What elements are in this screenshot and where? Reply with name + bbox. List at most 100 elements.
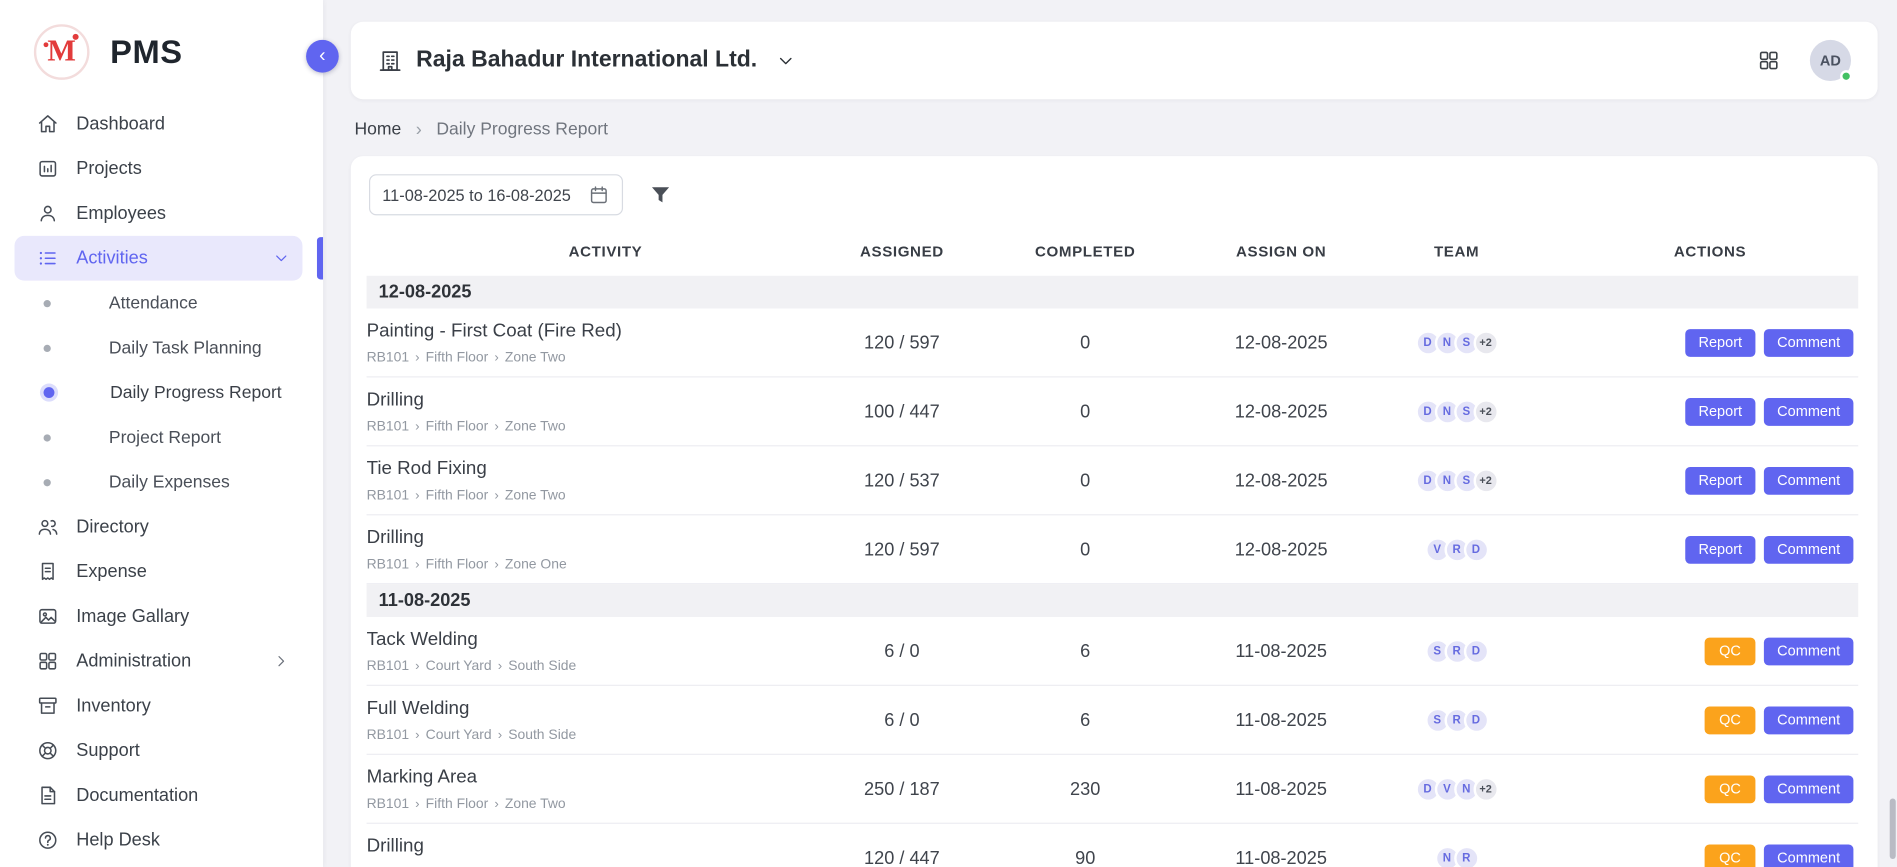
activity-location-path: RB101›Fifth Floor›Zone Two bbox=[367, 419, 833, 434]
chevron-right-icon: › bbox=[415, 659, 419, 674]
sidebar-item-image-gallary[interactable]: Image Gallary bbox=[15, 594, 303, 639]
chevron-right-icon: › bbox=[416, 119, 422, 140]
qc-button[interactable]: QC bbox=[1705, 706, 1756, 734]
group-date: 11-08-2025 bbox=[379, 590, 471, 611]
table-row: Tie Rod Fixing RB101›Fifth Floor›Zone Tw… bbox=[367, 446, 1859, 515]
chevron-right-icon: › bbox=[494, 350, 498, 365]
location-path-item: Court Yard bbox=[426, 659, 492, 674]
sidebar-subitem-project-report[interactable]: Project Report bbox=[15, 415, 303, 460]
team-extra-badge[interactable]: +2 bbox=[1473, 330, 1498, 355]
expense-icon bbox=[36, 560, 59, 583]
location-path-item: South Side bbox=[508, 659, 576, 674]
inventory-icon bbox=[36, 694, 59, 717]
team-avatars: DNS+2 bbox=[1351, 330, 1562, 355]
table-row: Painting - First Coat (Fire Red) RB101›F… bbox=[367, 308, 1859, 377]
sidebar-subitem-daily-progress-report[interactable]: Daily Progress Report bbox=[15, 370, 303, 415]
help-icon bbox=[36, 829, 59, 852]
team-extra-badge[interactable]: +2 bbox=[1473, 776, 1498, 801]
table-body: 12-08-2025 Painting - First Coat (Fire R… bbox=[367, 276, 1862, 867]
sidebar-subitem-daily-expenses[interactable]: Daily Expenses bbox=[15, 460, 303, 505]
activity-title: Tack Welding bbox=[367, 628, 833, 650]
sidebar-item-label: Image Gallary bbox=[76, 606, 290, 627]
sidebar-item-directory[interactable]: Directory bbox=[15, 504, 303, 549]
home-icon bbox=[36, 113, 59, 136]
location-path-item: RB101 bbox=[367, 728, 410, 743]
team-avatars: VRD bbox=[1351, 537, 1562, 562]
sidebar-item-documentation[interactable]: Documentation bbox=[15, 773, 303, 818]
report-button[interactable]: Report bbox=[1685, 328, 1755, 356]
app-root: M PMS DashboardProjectsEmployeesActiviti… bbox=[0, 0, 1897, 867]
sidebar-collapse-button[interactable]: ‹ bbox=[306, 40, 339, 73]
sidebar-item-dashboard[interactable]: Dashboard bbox=[15, 102, 303, 147]
table-row: Drilling RB101›Fifth Floor›Zone Two 120 … bbox=[367, 824, 1859, 867]
sidebar-item-support[interactable]: Support bbox=[15, 728, 303, 773]
column-header-assigned: ASSIGNED bbox=[844, 243, 959, 260]
activity-title: Tie Rod Fixing bbox=[367, 458, 833, 480]
chevron-right-icon: › bbox=[494, 797, 498, 812]
qc-button[interactable]: QC bbox=[1705, 844, 1756, 867]
support-icon bbox=[36, 739, 59, 762]
location-path-item: South Side bbox=[508, 728, 576, 743]
comment-button[interactable]: Comment bbox=[1764, 397, 1854, 425]
logo-m-icon: M bbox=[34, 24, 90, 80]
activity-location-path: RB101›Fifth Floor›Zone Two bbox=[367, 797, 833, 812]
sidebar-item-label: Expense bbox=[76, 561, 290, 582]
sidebar-item-label: Help Desk bbox=[76, 830, 290, 851]
user-avatar[interactable]: AD bbox=[1810, 40, 1851, 81]
comment-button[interactable]: Comment bbox=[1764, 466, 1854, 494]
sidebar-item-activities[interactable]: Activities bbox=[15, 236, 303, 281]
qc-button[interactable]: QC bbox=[1705, 637, 1756, 665]
location-path-item: Zone One bbox=[505, 557, 567, 572]
row-actions: QC Comment bbox=[1562, 706, 1858, 734]
activity-title: Full Welding bbox=[367, 697, 833, 719]
sidebar-subitem-attendance[interactable]: Attendance bbox=[15, 281, 303, 326]
report-button[interactable]: Report bbox=[1685, 466, 1755, 494]
filter-icon[interactable] bbox=[648, 183, 672, 207]
app-logo[interactable]: M PMS bbox=[0, 0, 323, 97]
report-button[interactable]: Report bbox=[1685, 397, 1755, 425]
image-icon bbox=[36, 605, 59, 628]
chevron-right-icon: › bbox=[415, 557, 419, 572]
date-range-picker[interactable] bbox=[369, 174, 623, 215]
sidebar-item-expense[interactable]: Expense bbox=[15, 549, 303, 594]
column-header-team: TEAM bbox=[1351, 243, 1562, 260]
location-path-item: Fifth Floor bbox=[426, 419, 489, 434]
comment-button[interactable]: Comment bbox=[1764, 637, 1854, 665]
sidebar-item-employees[interactable]: Employees bbox=[15, 191, 303, 236]
comment-button[interactable]: Comment bbox=[1764, 535, 1854, 563]
activity-location-path: RB101›Fifth Floor›Zone Two bbox=[367, 488, 833, 503]
location-path-item: RB101 bbox=[367, 350, 410, 365]
sidebar-item-projects[interactable]: Projects bbox=[15, 146, 303, 191]
location-path-item: Court Yard bbox=[426, 728, 492, 743]
comment-button[interactable]: Comment bbox=[1764, 844, 1854, 867]
sidebar-item-inventory[interactable]: Inventory bbox=[15, 684, 303, 729]
team-extra-badge[interactable]: +2 bbox=[1473, 399, 1498, 424]
scrollbar-thumb[interactable] bbox=[1890, 798, 1896, 858]
sidebar-item-administration[interactable]: Administration bbox=[15, 639, 303, 684]
comment-button[interactable]: Comment bbox=[1764, 328, 1854, 356]
assigned-value: 120 / 597 bbox=[844, 539, 959, 560]
qc-button[interactable]: QC bbox=[1705, 775, 1756, 803]
row-actions: Report Comment bbox=[1562, 466, 1858, 494]
apps-grid-icon[interactable] bbox=[1757, 48, 1781, 72]
sidebar-item-label: Directory bbox=[76, 517, 290, 538]
completed-value: 90 bbox=[959, 847, 1211, 867]
date-range-input[interactable] bbox=[382, 186, 580, 204]
assign-on-value: 11-08-2025 bbox=[1211, 710, 1351, 731]
report-button[interactable]: Report bbox=[1685, 535, 1755, 563]
assign-on-value: 12-08-2025 bbox=[1211, 470, 1351, 491]
online-status-dot bbox=[1840, 70, 1852, 82]
sidebar-subitem-daily-task-planning[interactable]: Daily Task Planning bbox=[15, 325, 303, 370]
breadcrumb-home[interactable]: Home bbox=[354, 120, 401, 139]
company-selector[interactable]: Raja Bahadur International Ltd. bbox=[377, 47, 795, 74]
comment-button[interactable]: Comment bbox=[1764, 775, 1854, 803]
team-extra-badge[interactable]: +2 bbox=[1473, 468, 1498, 493]
row-actions: Report Comment bbox=[1562, 397, 1858, 425]
sidebar-subitem-label: Daily Task Planning bbox=[109, 338, 262, 357]
comment-button[interactable]: Comment bbox=[1764, 706, 1854, 734]
row-actions: QC Comment bbox=[1562, 775, 1858, 803]
chevron-left-icon: ‹ bbox=[319, 46, 325, 67]
sidebar-item-label: Inventory bbox=[76, 696, 290, 717]
sidebar-item-help-desk[interactable]: Help Desk bbox=[15, 818, 303, 863]
team-avatars: SRD bbox=[1351, 707, 1562, 732]
